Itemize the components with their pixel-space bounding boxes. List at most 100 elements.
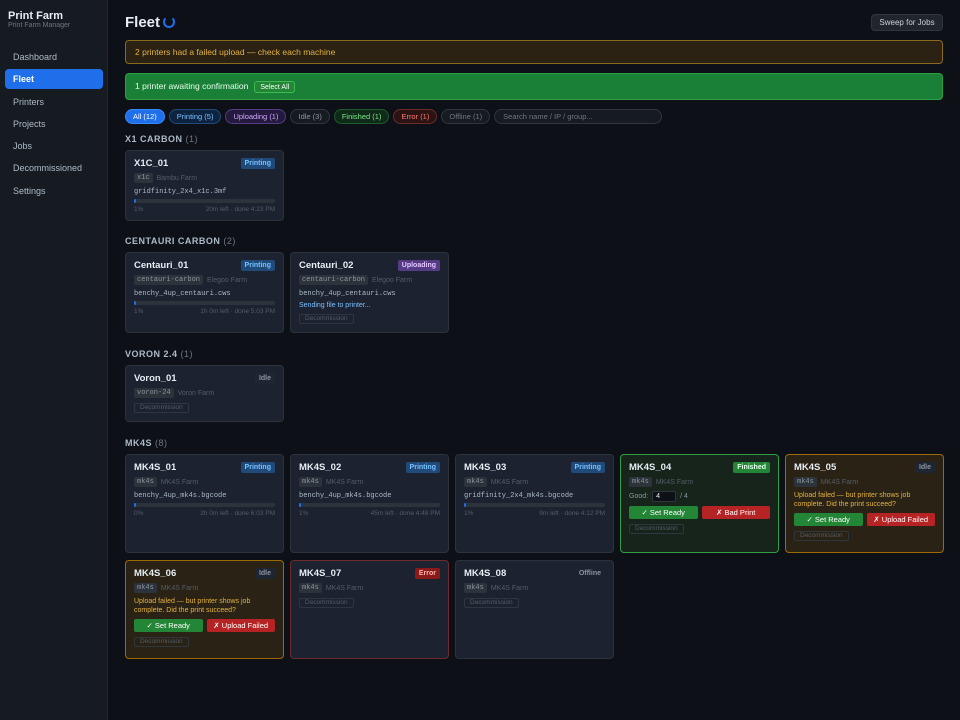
printer-card-x1c-01[interactable]: X1C_01 Printing x1c Bambu Farm gridfinity… [125, 150, 284, 221]
farm-label: MK4S Farm [820, 478, 859, 486]
printer-card-centauri-02[interactable]: Centauri_02 Uploading centauri-carbon Ele… [290, 252, 449, 333]
eta-text: 2h 0m left · done 6:03 PM [200, 510, 275, 517]
job-file: gridfinity_2x4_mk4s.bgcode [464, 492, 574, 500]
search-input[interactable] [494, 109, 663, 124]
good-count-input[interactable] [652, 491, 677, 502]
model-tag: mk4s [299, 583, 322, 593]
job-file: benchy_4up_centauri.cws [134, 290, 231, 298]
printer-card-mk4s-01[interactable]: MK4S_01 Printing mk4s MK4S Farm benchy_4u… [125, 454, 284, 553]
filter-error[interactable]: Error (1) [393, 109, 438, 124]
filter-idle[interactable]: Idle (3) [290, 109, 330, 124]
decommission-button[interactable]: Decommission [134, 637, 189, 647]
app-subtitle: Print Farm Manager [8, 22, 71, 29]
farm-label: Elegoo Farm [207, 276, 248, 284]
upload-failed-button[interactable]: ✗ Upload Failed [206, 619, 275, 632]
failed-upload-alert-text: 2 printers had a failed upload — check e… [135, 47, 336, 57]
farm-label: MK4S Farm [325, 478, 364, 486]
filter-printing[interactable]: Printing (5) [168, 109, 222, 124]
set-ready-button[interactable]: ✓ Set Ready [134, 619, 203, 632]
decommission-button[interactable]: Decommission [794, 531, 849, 541]
model-tag: x1c [134, 173, 153, 183]
progress-percent: 0% [134, 510, 144, 517]
job-file: benchy_4up_mk4s.bgcode [134, 492, 227, 500]
sidebar-item-projects[interactable]: Projects [5, 114, 103, 134]
sidebar-item-settings[interactable]: Settings [5, 181, 103, 201]
progress-percent: 1% [134, 308, 144, 315]
farm-label: MK4S Farm [490, 584, 529, 592]
status-badge: Finished [733, 462, 770, 473]
group-name: MK4S [125, 438, 153, 448]
eta-text: 45m left · done 4:48 PM [370, 510, 440, 517]
group-header-x1-carbon: X1 CARBON (1) [125, 134, 198, 144]
model-tag: centauri-carbon [299, 275, 369, 285]
printer-card-mk4s-06[interactable]: MK4S_06 Idle mk4s MK4S Farm Upload failed… [125, 560, 284, 659]
printer-card-mk4s-04[interactable]: MK4S_04 Finished mk4sMK4S Farm Good:/ 4 … [620, 454, 779, 553]
sidebar-item-fleet[interactable]: Fleet [5, 69, 103, 90]
sidebar-item-printers[interactable]: Printers [5, 92, 103, 112]
page-title: Fleet [125, 14, 161, 31]
group-name: X1 CARBON [125, 134, 183, 144]
printer-card-mk4s-02[interactable]: MK4S_02 Printing mk4s MK4S Farm benchy_4u… [290, 454, 449, 553]
decommission-button[interactable]: Decommission [299, 598, 354, 608]
group-count: (8) [155, 438, 168, 448]
status-badge: Printing [405, 462, 440, 473]
decommission-button[interactable]: Decommission [299, 314, 354, 324]
printer-card-voron-01[interactable]: Voron_01 Idle voron-24 Voron Farm Decommi… [125, 365, 284, 422]
progress-fill [134, 199, 137, 203]
group-count: (1) [180, 349, 194, 359]
model-tag: mk4s [134, 583, 157, 593]
good-count-label: Good: [629, 493, 649, 500]
status-badge: Idle [914, 462, 935, 473]
group-header-centauri-carbon: CENTAURI CARBON (2) [125, 236, 236, 246]
set-ready-button[interactable]: ✓ Set Ready [629, 506, 698, 519]
progress-percent: 1% [299, 510, 309, 517]
printer-card-mk4s-08[interactable]: MK4S_08 Offline mk4s MK4S Farm Decommissi… [455, 560, 614, 659]
filter-offline[interactable]: Offline (1) [441, 109, 491, 124]
progress-bar [299, 503, 440, 507]
printer-card-mk4s-07[interactable]: MK4S_07 Error mk4s MK4S Farm Decommission [290, 560, 449, 659]
select-all-button[interactable]: Select All [254, 80, 296, 93]
group-count: (2) [223, 236, 236, 246]
model-tag: centauri-carbon [134, 275, 204, 285]
model-tag: mk4s [134, 477, 157, 487]
progress-fill [299, 503, 302, 507]
progress-fill [134, 503, 137, 507]
upload-failed-button[interactable]: ✗ Upload Failed [866, 513, 935, 526]
farm-label: MK4S Farm [655, 478, 694, 486]
filter-bar: All (12) Printing (5) Uploading (1) Idle… [125, 109, 663, 125]
decommission-button[interactable]: Decommission [464, 598, 519, 608]
sidebar-nav: Dashboard Fleet Printers Projects Jobs D… [5, 47, 103, 203]
filter-all[interactable]: All (12) [125, 109, 165, 124]
filter-finished[interactable]: Finished (1) [333, 109, 390, 124]
set-ready-button[interactable]: ✓ Set Ready [794, 513, 863, 526]
progress-fill [464, 503, 467, 507]
printer-card-mk4s-03[interactable]: MK4S_03 Printing mk4s MK4S Farm gridfinit… [455, 454, 614, 553]
status-badge: Uploading [397, 260, 440, 271]
awaiting-confirmation-text: 1 printer awaiting confirmation [135, 81, 249, 91]
printer-card-centauri-01[interactable]: Centauri_01 Printing centauri-carbon Eleg… [125, 252, 284, 333]
sidebar: Print Farm Print Farm Manager Dashboard … [0, 0, 108, 720]
status-badge: Idle [254, 373, 275, 384]
sidebar-item-decommissioned[interactable]: Decommissioned [5, 158, 103, 178]
status-badge: Printing [240, 260, 275, 271]
filter-uploading[interactable]: Uploading (1) [225, 109, 287, 124]
printer-card-mk4s-05[interactable]: MK4S_05 Idle mk4s MK4S Farm Upload failed… [785, 454, 944, 553]
group-name: VORON 2.4 [125, 349, 178, 359]
sidebar-item-jobs[interactable]: Jobs [5, 136, 103, 156]
loading-spinner-icon [163, 16, 175, 28]
awaiting-confirmation-alert: 1 printer awaiting confirmation Select Al… [125, 73, 943, 100]
main-content: Fleet Sweep for Jobs 2 printers had a fa… [108, 0, 960, 720]
model-tag: mk4s [464, 583, 487, 593]
decommission-button[interactable]: Decommission [629, 524, 684, 534]
model-tag: voron-24 [134, 388, 174, 398]
bad-print-button[interactable]: ✗ Bad Print [701, 506, 770, 519]
sweep-for-jobs-button[interactable]: Sweep for Jobs [871, 14, 943, 31]
sidebar-item-dashboard[interactable]: Dashboard [5, 47, 103, 67]
job-file: benchy_4up_mk4s.bgcode [299, 492, 392, 500]
job-file: gridfinity_2x4_x1c.3mf [134, 188, 227, 196]
farm-label: MK4S Farm [325, 584, 364, 592]
progress-fill [134, 301, 137, 305]
eta-text: 1h 0m left · done 5:03 PM [200, 308, 275, 315]
decommission-button[interactable]: Decommission [134, 403, 189, 413]
model-tag: mk4s [629, 477, 652, 487]
